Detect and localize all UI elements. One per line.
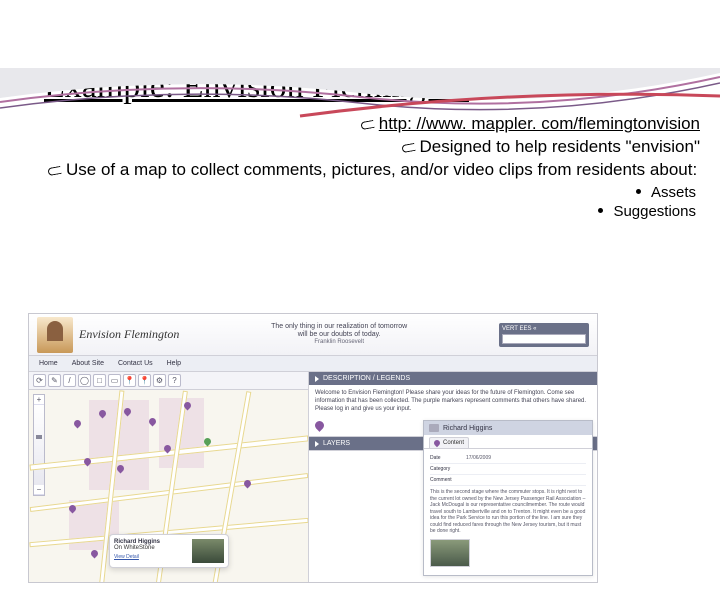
search-label: VERT EES «	[502, 326, 536, 332]
bullet-list: http: //www. mappler. com/flemingtonvisi…	[0, 114, 720, 180]
url-text: http: //www. mappler. com/flemingtonvisi…	[379, 114, 700, 133]
tool-square[interactable]: □	[93, 374, 106, 387]
collapse-icon	[315, 376, 319, 382]
tool-edit[interactable]: ✎	[48, 374, 61, 387]
nav-home[interactable]: Home	[39, 360, 58, 367]
swirl-bullet-icon	[48, 165, 64, 175]
tab-content[interactable]: Content	[429, 437, 469, 448]
tool-line[interactable]: /	[63, 374, 76, 387]
detail-header: Richard Higgins	[424, 421, 592, 435]
nav-help[interactable]: Help	[167, 360, 181, 367]
nav-contact[interactable]: Contact Us	[118, 360, 153, 367]
panel-title: DESCRIPTION / LEGENDS	[323, 372, 410, 385]
tool-refresh[interactable]: ⟳	[33, 374, 46, 387]
detail-popup: Richard Higgins Content Date17/06/2009 C…	[423, 420, 593, 576]
map-pin-icon[interactable]	[73, 419, 83, 429]
zoom-in-button[interactable]: +	[34, 395, 44, 405]
embedded-screenshot: Envision Flemington The only thing in ou…	[28, 313, 598, 583]
app-header: Envision Flemington The only thing in ou…	[29, 314, 597, 356]
tool-rect[interactable]: ▭	[108, 374, 121, 387]
field-value: 17/06/2009	[466, 455, 491, 461]
field-label: Date	[430, 455, 466, 461]
sub-bullet-text: Suggestions	[613, 203, 696, 220]
site-brand: Envision Flemington	[79, 327, 179, 342]
tool-help[interactable]: ?	[168, 374, 181, 387]
site-logo	[37, 317, 73, 353]
zoom-out-button[interactable]: −	[34, 485, 44, 495]
tool-circle[interactable]: ◯	[78, 374, 91, 387]
search-panel: VERT EES «	[499, 323, 589, 347]
legend-pin-icon	[313, 419, 326, 432]
dot-bullet-icon	[636, 189, 641, 194]
zoom-control: + −	[33, 394, 45, 496]
panel-title: LAYERS	[323, 437, 350, 450]
tab-label: Content	[443, 440, 464, 446]
field-label: Comment	[430, 477, 466, 483]
field-label: Category	[430, 466, 466, 472]
map-pin-icon[interactable]	[90, 549, 100, 559]
bullet-text: Designed to help residents "envision"	[420, 137, 700, 156]
comment-text: This is the second stage where the commu…	[430, 489, 586, 535]
sub-bullet-list: Assets Suggestions	[0, 184, 720, 220]
detail-body: Date17/06/2009 Category Comment This is …	[424, 449, 592, 571]
quote-line: The only thing in our realization of tom…	[193, 323, 485, 331]
collapse-icon	[315, 441, 319, 447]
map-toolbar: ⟳ ✎ / ◯ □ ▭ 📍 📍 ⚙ ?	[29, 372, 308, 390]
zoom-slider[interactable]	[34, 405, 44, 485]
map-canvas[interactable]: + −	[29, 390, 308, 582]
tool-settings[interactable]: ⚙	[153, 374, 166, 387]
detail-name: Richard Higgins	[443, 425, 492, 432]
swirl-bullet-icon	[402, 142, 418, 152]
tool-pin[interactable]: 📍	[123, 374, 136, 387]
panel-description-header[interactable]: DESCRIPTION / LEGENDS	[309, 372, 597, 385]
callout-thumbnail	[192, 539, 224, 563]
pin-icon	[433, 439, 441, 447]
nav-bar: Home About Site Contact Us Help	[29, 356, 597, 372]
sub-bullet-text: Assets	[651, 184, 696, 201]
tool-pin2[interactable]: 📍	[138, 374, 151, 387]
bullet-text: Use of a map to collect comments, pictur…	[66, 160, 697, 179]
map-pin-icon[interactable]	[148, 417, 158, 427]
detail-thumbnail	[430, 539, 470, 567]
search-input[interactable]	[502, 334, 586, 344]
description-text: Welcome to Envision Flemington! Please s…	[315, 390, 586, 412]
detail-tabs: Content	[424, 435, 592, 449]
header-quote: The only thing in our realization of tom…	[185, 323, 493, 347]
quote-line: will be our doubts of today.	[193, 331, 485, 339]
map-callout: Richard Higgins On WhiteStone View Detai…	[109, 534, 229, 568]
swirl-bullet-icon	[361, 119, 377, 129]
nav-about[interactable]: About Site	[72, 360, 104, 367]
dot-bullet-icon	[598, 208, 603, 213]
avatar-icon	[429, 424, 439, 432]
quote-author: Franklin Roosevelt	[193, 339, 485, 346]
slide-title: Example: Envision Flemington	[44, 68, 720, 106]
